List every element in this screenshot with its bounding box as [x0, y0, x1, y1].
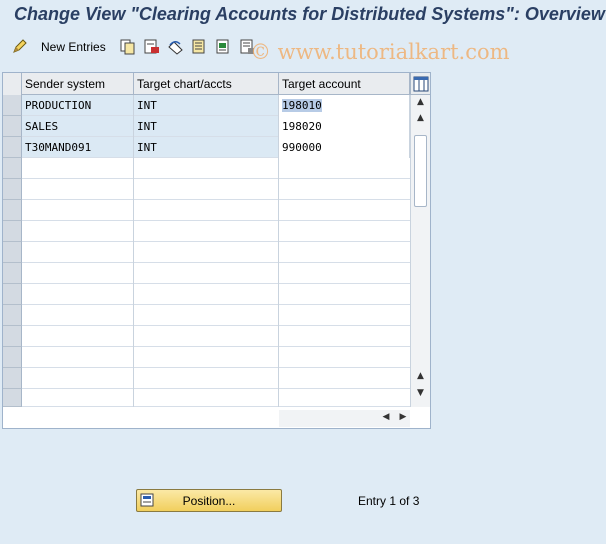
- scroll-up-icon[interactable]: ▲: [411, 97, 430, 114]
- position-button[interactable]: Position...: [136, 489, 282, 512]
- scroll-page-down-icon[interactable]: ▲: [411, 371, 430, 388]
- pencil-glasses-icon[interactable]: [11, 38, 28, 55]
- empty-row: [3, 368, 410, 389]
- title-bar: Change View "Clearing Accounts for Distr…: [0, 0, 606, 32]
- row-selector[interactable]: [3, 95, 22, 116]
- empty-cell: [134, 263, 279, 284]
- empty-row: [3, 200, 410, 221]
- scroll-page-up-icon[interactable]: ▲: [411, 113, 430, 130]
- row-selector[interactable]: [3, 137, 22, 158]
- scroll-down-icon[interactable]: ▼: [411, 388, 430, 405]
- select-all-icon[interactable]: [191, 38, 208, 55]
- empty-cell: [22, 284, 134, 305]
- column-header-target-account[interactable]: Target account: [279, 73, 410, 95]
- empty-cell: [134, 368, 279, 389]
- table-row: SALES INT 198020: [3, 116, 410, 137]
- row-selector[interactable]: [3, 263, 22, 284]
- sender-system-cell: T30MAND091: [22, 137, 134, 158]
- scroll-left-icon[interactable]: ◀: [379, 412, 393, 426]
- empty-row: [3, 347, 410, 368]
- row-selector[interactable]: [3, 200, 22, 221]
- empty-cell: [134, 221, 279, 242]
- position-button-label: Position...: [182, 494, 236, 508]
- row-selector[interactable]: [3, 242, 22, 263]
- empty-row: [3, 305, 410, 326]
- empty-cell: [134, 389, 279, 407]
- empty-cell: [134, 347, 279, 368]
- empty-row: [3, 326, 410, 347]
- empty-cell: [22, 326, 134, 347]
- empty-cell: [134, 284, 279, 305]
- entry-counter: Entry 1 of 3: [358, 494, 420, 508]
- undo-icon[interactable]: [167, 38, 184, 55]
- empty-cell: [134, 179, 279, 200]
- empty-row: [3, 221, 410, 242]
- row-selector[interactable]: [3, 368, 22, 389]
- delete-icon[interactable]: [143, 38, 160, 55]
- row-selector[interactable]: [3, 284, 22, 305]
- table-header: Sender system Target chart/accts Target …: [3, 73, 410, 95]
- empty-cell: [22, 242, 134, 263]
- empty-row: [3, 158, 410, 179]
- target-account-field[interactable]: 990000: [279, 137, 410, 158]
- watermark-text: © www.tutorialkart.com: [250, 40, 510, 64]
- table-control: Sender system Target chart/accts Target …: [2, 72, 431, 429]
- table-rows: PRODUCTION INT 198010 SALES INT 198020 T…: [3, 95, 410, 407]
- empty-cell: [134, 200, 279, 221]
- empty-cell: [22, 389, 134, 407]
- empty-cell: [134, 242, 279, 263]
- row-selector[interactable]: [3, 158, 22, 179]
- empty-cell: [22, 305, 134, 326]
- copy-icon[interactable]: [119, 38, 136, 55]
- target-chart-cell: INT: [134, 95, 279, 116]
- row-selector[interactable]: [3, 116, 22, 137]
- empty-cell: [134, 305, 279, 326]
- vertical-scrollbar[interactable]: ▲ ▲ ▲ ▼: [410, 95, 430, 407]
- row-selector[interactable]: [3, 305, 22, 326]
- page-title: Change View "Clearing Accounts for Distr…: [14, 4, 605, 24]
- empty-row: [3, 179, 410, 200]
- empty-row: [3, 263, 410, 284]
- select-block-icon[interactable]: [215, 38, 232, 55]
- sender-system-cell: PRODUCTION: [22, 95, 134, 116]
- empty-cell: [22, 263, 134, 284]
- empty-row: [3, 242, 410, 263]
- empty-cell: [22, 179, 134, 200]
- empty-cell: [22, 158, 134, 179]
- row-selector[interactable]: [3, 347, 22, 368]
- empty-cell: [22, 221, 134, 242]
- empty-cell: [134, 326, 279, 347]
- select-all-corner[interactable]: [3, 73, 22, 95]
- empty-row: [3, 389, 410, 407]
- table-settings-icon[interactable]: [410, 73, 430, 95]
- column-header-target-chart[interactable]: Target chart/accts: [134, 73, 279, 95]
- table-row: T30MAND091 INT 990000: [3, 137, 410, 158]
- table-row: PRODUCTION INT 198010: [3, 95, 410, 116]
- row-selector[interactable]: [3, 326, 22, 347]
- row-selector[interactable]: [3, 389, 22, 407]
- target-account-value: 198010: [282, 99, 322, 112]
- new-entries-button[interactable]: New Entries: [41, 40, 106, 54]
- row-selector[interactable]: [3, 221, 22, 242]
- scrollbar-thumb[interactable]: [414, 135, 427, 207]
- horizontal-scrollbar[interactable]: ◀ ▶: [279, 410, 410, 427]
- empty-cell: [134, 158, 279, 179]
- empty-row: [3, 284, 410, 305]
- empty-cell: [22, 200, 134, 221]
- column-header-sender-system[interactable]: Sender system: [22, 73, 134, 95]
- row-selector[interactable]: [3, 179, 22, 200]
- scroll-right-icon[interactable]: ▶: [396, 412, 410, 426]
- empty-cell: [22, 368, 134, 389]
- target-account-field[interactable]: 198010: [279, 95, 410, 116]
- target-chart-cell: INT: [134, 116, 279, 137]
- target-chart-cell: INT: [134, 137, 279, 158]
- target-account-field[interactable]: 198020: [279, 116, 410, 137]
- empty-cell: [22, 347, 134, 368]
- sender-system-cell: SALES: [22, 116, 134, 137]
